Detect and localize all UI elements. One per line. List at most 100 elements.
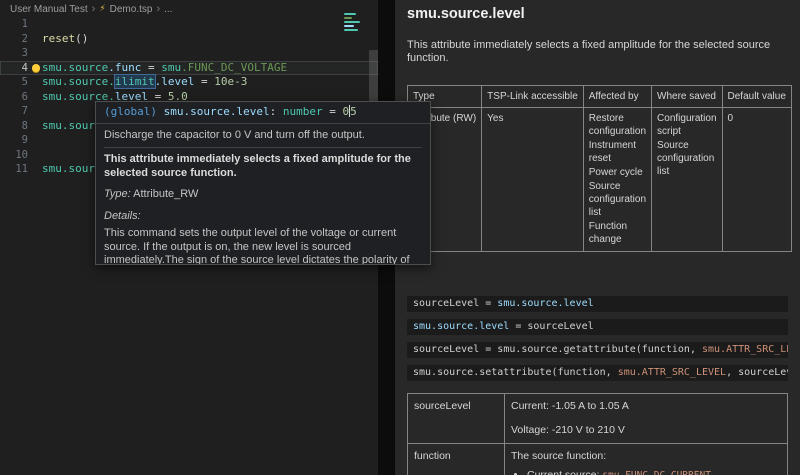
line-number[interactable]: 6 [0, 90, 42, 105]
code-token: smu.source.level [164, 105, 270, 118]
hover-body: Discharge the capacitor to 0 V and turn … [96, 124, 430, 266]
hover-details-text: This command sets the output level of th… [104, 227, 422, 265]
code-token: smu.source [42, 61, 108, 74]
line-number[interactable]: 11 [0, 162, 42, 177]
code-line-2[interactable]: 2reset() [0, 32, 378, 47]
usage-code-line: smu.source.setattribute(function, smu.AT… [407, 365, 788, 381]
code-token: , sourceLevel) [726, 367, 788, 378]
code-token: sourceLevel [527, 321, 593, 332]
code-token: .level [155, 75, 195, 88]
line-number[interactable]: 8 [0, 119, 42, 134]
code-token: sourceLevel [413, 298, 479, 309]
breadcrumb[interactable]: User Manual Test › ⚡ Demo.tsp › ... [0, 0, 378, 18]
cell-line: Power cycle [589, 166, 646, 179]
documentation-panel[interactable]: smu.source.level This attribute immediat… [395, 0, 800, 475]
minimap[interactable] [344, 13, 366, 33]
cell-line: Source configuration list [589, 180, 646, 219]
cell-line: Restore configuration [589, 112, 646, 138]
line-number[interactable]: 10 [0, 148, 42, 163]
usage-code-line: sourceLevel = smu.source.level [407, 296, 788, 312]
minimap-line [344, 21, 360, 23]
attribute-table-row: Attribute (RW) Yes Restore configuration… [408, 108, 792, 252]
line-number[interactable]: 7 [0, 104, 42, 119]
usage-code-line: sourceLevel = smu.source.getattribute(fu… [407, 342, 788, 358]
code-text: smu.source.ilimit.level = 10e-3 [42, 75, 247, 90]
param-desc: Current: -1.05 A to 1.05 AVoltage: -210 … [505, 394, 788, 444]
column-header: TSP-Link accessible [482, 86, 584, 108]
code-token: .func [108, 61, 141, 74]
code-token: smu.source.level [413, 321, 509, 332]
code-token: 10e-3 [214, 75, 247, 88]
line-number[interactable]: 2 [0, 32, 42, 47]
code-token: 0 [342, 105, 349, 118]
cell-tsp-link: Yes [482, 108, 584, 252]
line-number[interactable]: 9 [0, 133, 42, 148]
bullet-list: Current source: smu.FUNC_DC_CURRENTVolta… [527, 469, 781, 475]
cell-line: Instrument reset [589, 139, 646, 165]
code-token: = [479, 298, 497, 309]
bullet-item: Current source: smu.FUNC_DC_CURRENT [527, 469, 781, 475]
param-row: sourceLevelCurrent: -1.05 A to 1.05 AVol… [408, 394, 788, 444]
breadcrumb-item-folder[interactable]: User Manual Test [10, 4, 88, 15]
bullet-text: Current source: [527, 469, 602, 475]
line-number[interactable]: 1 [0, 17, 42, 32]
inline-code: smu.FUNC_DC_CURRENT [602, 470, 711, 475]
cell-line: Source configuration list [657, 139, 716, 178]
usage-code-block: sourceLevel = smu.source.levelsmu.source… [407, 296, 788, 381]
code-token: reset [42, 32, 75, 45]
cell-line: Function change [589, 220, 646, 246]
cell-where-saved: Configuration scriptSource configuration… [652, 108, 722, 252]
param-name: sourceLevel [408, 394, 505, 444]
chevron-right-icon: › [156, 3, 160, 15]
code-line-4[interactable]: 4smu.source.func = smu.FUNC_DC_VOLTAGE [0, 61, 378, 76]
column-header: Default value [722, 86, 791, 108]
cell-default-value: 0 [722, 108, 791, 252]
code-token: smu.source.getattribute(function, [497, 344, 702, 355]
code-token: = [194, 75, 214, 88]
code-token: = [509, 321, 527, 332]
hover-discharge-text: Discharge the capacitor to 0 V and turn … [104, 129, 422, 149]
code-token: sourceLevel [413, 344, 479, 355]
breadcrumb-item-file[interactable]: Demo.tsp [110, 4, 153, 15]
minimap-line [344, 13, 356, 15]
cell-affected-by: Restore configurationInstrument resetPow… [583, 108, 651, 252]
param-name: function [408, 444, 505, 475]
breadcrumb-item-symbol[interactable]: ... [164, 4, 172, 15]
minimap-line [344, 25, 354, 27]
code-token: (global) [104, 105, 164, 118]
hover-type-value: Attribute_RW [133, 188, 198, 200]
code-line-3[interactable]: 3 [0, 46, 378, 61]
hover-summary: This attribute immediately selects a fix… [104, 153, 422, 180]
code-text: smu.source.func = smu.FUNC_DC_VOLTAGE [42, 61, 287, 76]
line-number[interactable]: 5 [0, 75, 42, 90]
param-row: function The source function: Current sour… [408, 444, 788, 475]
cell-line: Configuration script [657, 112, 716, 138]
code-line-1[interactable]: 1 [0, 17, 378, 32]
minimap-line [344, 17, 352, 19]
param-line: The source function: [511, 450, 781, 463]
code-token: = [141, 61, 161, 74]
code-line-5[interactable]: 5smu.source.ilimit.level = 10e-3 [0, 75, 378, 90]
column-header: Affected by [583, 86, 651, 108]
lightbulb-icon[interactable] [32, 64, 40, 72]
param-desc: The source function: Current source: smu.… [505, 444, 788, 475]
hover-type-row: Type: Attribute_RW [104, 188, 422, 202]
hover-tooltip: (global) smu.source.level: number = 05 D… [95, 101, 431, 265]
line-number[interactable]: 3 [0, 46, 42, 61]
code-token: smu [161, 61, 181, 74]
doc-summary: This attribute immediately selects a fix… [407, 39, 788, 65]
doc-title: smu.source.level [407, 8, 788, 21]
hover-details-label: Details: [104, 210, 422, 224]
code-token: : [270, 105, 283, 118]
attribute-table-header-row: TypeTSP-Link accessibleAffected byWhere … [408, 86, 792, 108]
code-token: 5 [350, 105, 357, 118]
code-token: number [283, 105, 323, 118]
code-token: = [323, 105, 343, 118]
code-token: .FUNC_DC_VOLTAGE [181, 61, 287, 74]
tsp-file-icon: ⚡ [99, 4, 105, 14]
usage-code-line: smu.source.level = sourceLevel [407, 319, 788, 335]
param-line: Voltage: -210 V to 210 V [511, 424, 781, 437]
minimap-line [344, 29, 358, 31]
code-token: smu.ATTR_SRC_LEVEL [702, 344, 788, 355]
hover-signature: (global) smu.source.level: number = 05 [96, 102, 430, 124]
